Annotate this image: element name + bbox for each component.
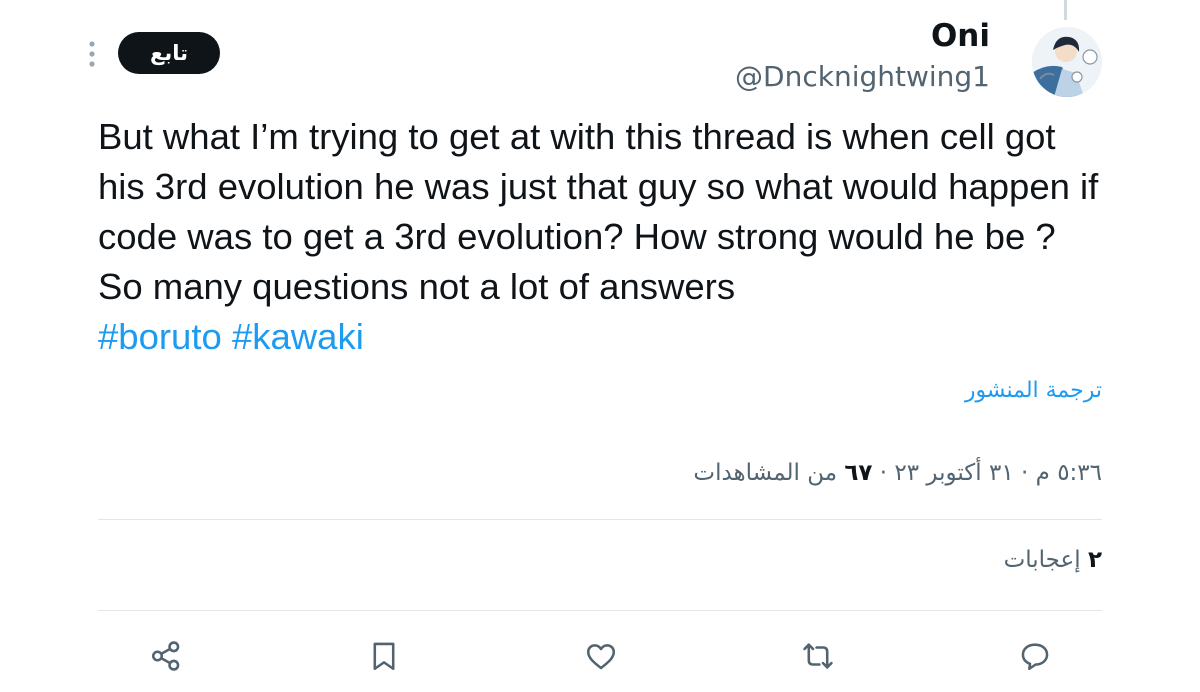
heart-icon: [586, 644, 616, 670]
thread-connector-line: [1064, 0, 1067, 20]
reply-icon: [1021, 643, 1049, 671]
like-button[interactable]: [581, 636, 621, 676]
likes-label: إعجابات: [1003, 547, 1081, 573]
bookmark-button[interactable]: [364, 636, 404, 676]
divider: [98, 610, 1102, 611]
tweet-hashtags: #boruto #kawaki: [98, 312, 364, 362]
meta-separator: ·: [879, 460, 888, 486]
bookmark-icon: [373, 642, 395, 671]
reply-button[interactable]: [1015, 636, 1055, 676]
author-display-name[interactable]: Oni: [931, 18, 990, 54]
tweet-date[interactable]: ٣١ أكتوبر ٢٣: [894, 460, 1013, 486]
tweet-meta: ٥:٣٦ م · ٣١ أكتوبر ٢٣ · ٦٧ من المشاهدات: [693, 460, 1102, 486]
tweet-text: But what I’m trying to get at with this …: [98, 116, 1099, 307]
share-button[interactable]: [146, 636, 186, 676]
retweet-icon: [803, 643, 833, 669]
author-handle[interactable]: @Dncknightwing1: [735, 60, 990, 93]
hashtag-link[interactable]: #boruto: [98, 316, 222, 357]
avatar-image: [1032, 27, 1102, 97]
follow-button[interactable]: تابع: [118, 32, 220, 74]
more-vertical-icon[interactable]: [80, 38, 104, 70]
share-icon: [151, 641, 180, 671]
likes-count: ٢: [1087, 547, 1102, 573]
retweet-button[interactable]: [798, 636, 838, 676]
meta-separator: ·: [1021, 460, 1029, 486]
hashtag-link[interactable]: #kawaki: [232, 316, 364, 357]
avatar[interactable]: [1032, 27, 1102, 97]
views-label: من المشاهدات: [693, 460, 838, 486]
tweet-time[interactable]: ٥:٣٦ م: [1036, 460, 1102, 486]
translate-post-link[interactable]: ترجمة المنشور: [965, 378, 1102, 403]
likes-stat[interactable]: ٢ إعجابات: [1004, 547, 1102, 573]
views-count: ٦٧: [844, 460, 873, 486]
divider: [98, 519, 1102, 520]
